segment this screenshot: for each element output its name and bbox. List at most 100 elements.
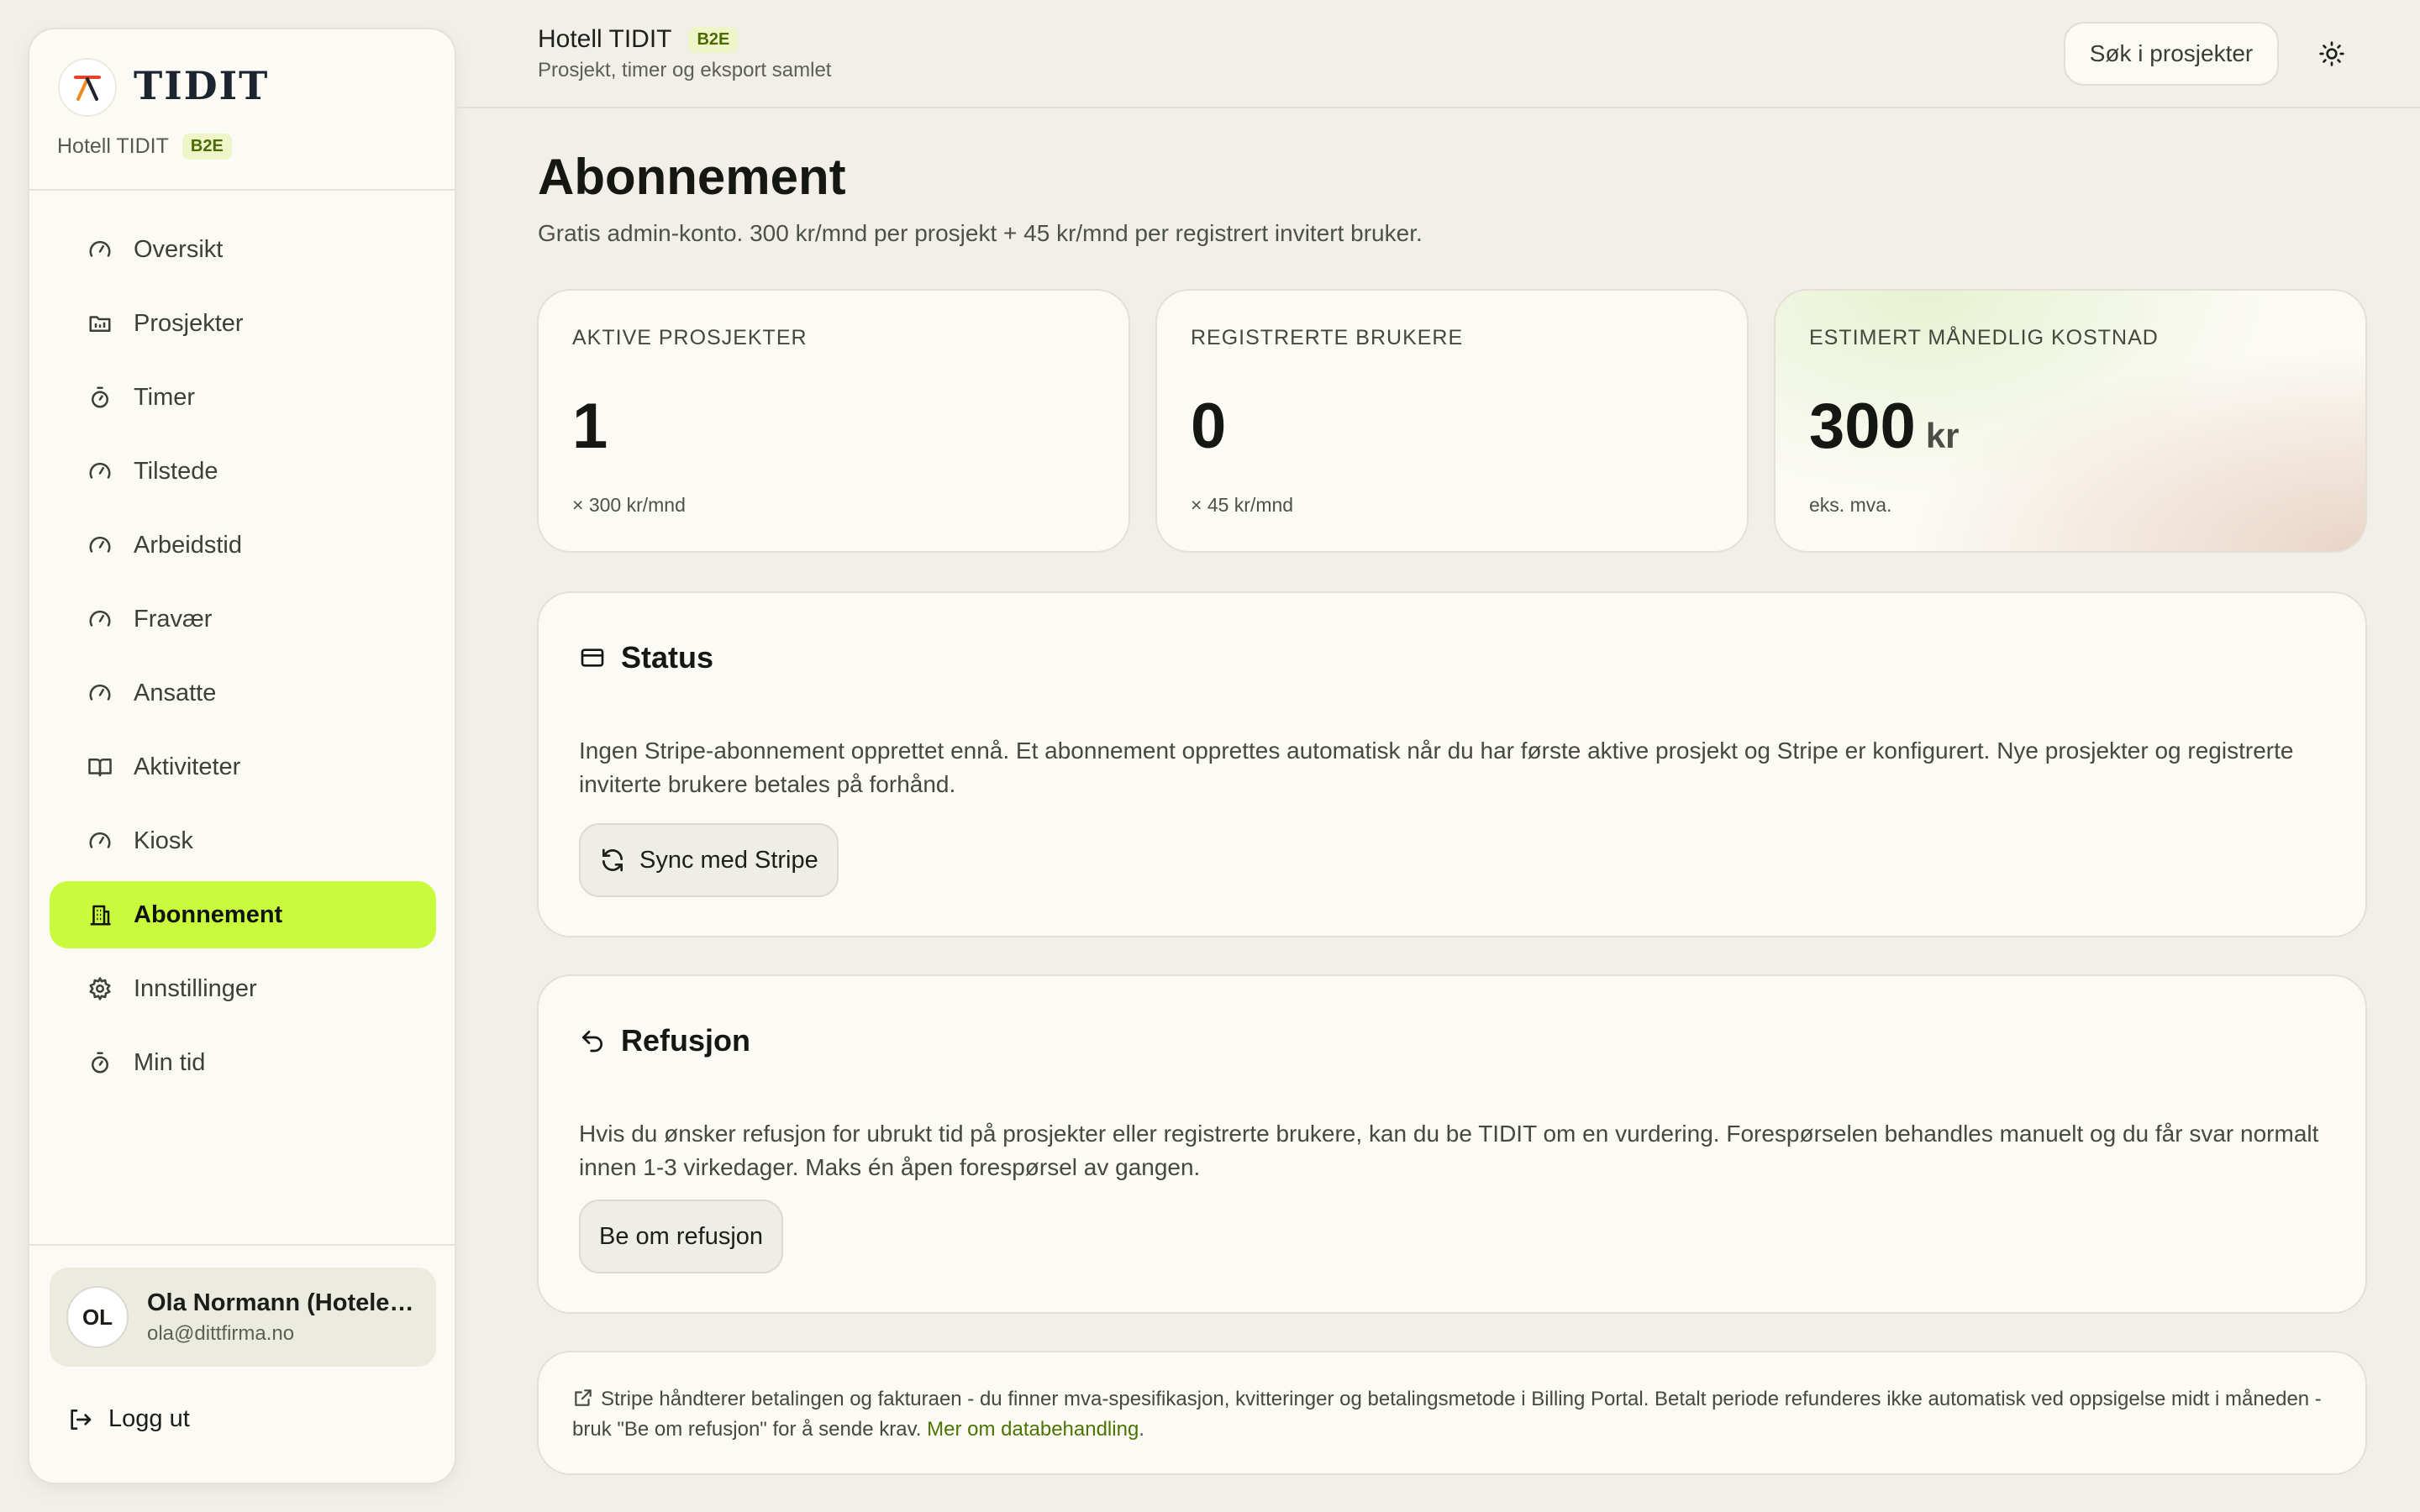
stat-footnote: × 300 kr/mnd	[572, 494, 686, 516]
sidebar-item-abonnement[interactable]: Abonnement	[50, 881, 436, 948]
refresh-icon	[599, 847, 626, 874]
user-card[interactable]: OL Ola Normann (Hotelei... ola@dittfirma…	[50, 1268, 436, 1367]
stat-value: 1	[572, 390, 608, 463]
footnote-end: .	[1139, 1418, 1144, 1441]
stat-number: 1	[572, 391, 608, 462]
sidebar-item-label: Timer	[134, 383, 196, 411]
gauge-icon	[87, 458, 113, 485]
user-info: Ola Normann (Hotelei... ola@dittfirma.no	[147, 1289, 416, 1346]
sidebar-item-label: Fravær	[134, 605, 213, 633]
refund-title: Refusjon	[621, 1023, 751, 1058]
sidebar-item-label: Min tid	[134, 1048, 206, 1076]
sidebar-item-kiosk[interactable]: Kiosk	[50, 807, 436, 874]
gauge-icon	[87, 606, 113, 633]
page-title: Abonnement	[538, 149, 846, 205]
stat-value: 0	[1191, 390, 1226, 463]
brand-header: TIDIT Hotell TIDIT B2E	[29, 29, 455, 191]
sidebar-item-oversikt[interactable]: Oversikt	[50, 216, 436, 283]
sidebar-item-label: Kiosk	[134, 827, 193, 854]
sync-stripe-label: Sync med Stripe	[639, 846, 818, 874]
gauge-icon	[87, 236, 113, 263]
gauge-icon	[87, 680, 113, 706]
sidebar-item-tilstede[interactable]: Tilstede	[50, 438, 436, 505]
gauge-icon	[87, 532, 113, 559]
sidebar-item-label: Prosjekter	[134, 309, 244, 337]
stat-footnote: eks. mva.	[1809, 494, 1892, 516]
logout-label: Logg ut	[108, 1405, 190, 1432]
theme-toggle-button[interactable]	[2315, 37, 2349, 71]
page-subtitle: Gratis admin-konto. 300 kr/mnd per prosj…	[538, 220, 1423, 246]
sidebar-item-label: Aktiviteter	[134, 753, 241, 780]
status-card: Status Ingen Stripe-abonnement opprettet…	[537, 591, 2367, 937]
sidebar-item-label: Arbeidstid	[134, 531, 242, 559]
stat-card-estimated-cost: ESTIMERT MÅNEDLIG KOSTNAD 300 kr eks. mva…	[1774, 289, 2367, 553]
sun-icon	[2318, 40, 2345, 67]
stat-label: REGISTRERTE BRUKERE	[1191, 326, 1464, 349]
gauge-icon	[87, 827, 113, 854]
sidebar-item-label: Oversikt	[134, 235, 224, 263]
status-title: Status	[621, 640, 714, 675]
sync-stripe-button[interactable]: Sync med Stripe	[579, 823, 839, 897]
request-refund-label: Be om refusjon	[599, 1222, 764, 1250]
footnote-text: Stripe håndterer betalingen og fakturaen…	[572, 1386, 2337, 1443]
stat-number: 300	[1809, 391, 1916, 462]
stopwatch-icon	[87, 1049, 113, 1076]
data-processing-link[interactable]: Mer om databehandling	[927, 1418, 1139, 1441]
sidebar-item-timer[interactable]: Timer	[50, 364, 436, 431]
logout-button[interactable]: Logg ut	[66, 1405, 190, 1433]
stat-value: 300 kr	[1809, 390, 1960, 463]
user-email: ola@dittfirma.no	[147, 1321, 295, 1345]
sidebar-item-label: Abonnement	[134, 900, 283, 928]
stat-label: ESTIMERT MÅNEDLIG KOSTNAD	[1809, 326, 2159, 349]
stat-footnote: × 45 kr/mnd	[1191, 494, 1294, 516]
top-bar: Hotell TIDIT B2E Prosjekt, timer og eksp…	[456, 0, 2420, 108]
sidebar-item-arbeidstid[interactable]: Arbeidstid	[50, 512, 436, 579]
sidebar-item-innstillinger[interactable]: Innstillinger	[50, 955, 436, 1022]
brand-org: Hotell TIDIT B2E	[57, 134, 232, 160]
stopwatch-icon	[87, 384, 113, 411]
footnote-body: Stripe håndterer betalingen og fakturaen…	[572, 1388, 2322, 1441]
brand-name: TIDIT	[134, 63, 270, 108]
sidebar-item-aktiviteter[interactable]: Aktiviteter	[50, 733, 436, 801]
user-name: Ola Normann (Hotelei...	[147, 1289, 416, 1316]
sidebar-item-label: Innstillinger	[134, 974, 257, 1002]
brand-badge: B2E	[182, 134, 232, 160]
logout-icon	[66, 1406, 93, 1433]
stat-card-active-projects: AKTIVE PROSJEKTER 1 × 300 kr/mnd	[537, 289, 1130, 553]
refund-card: Refusjon Hvis du ønsker refusjon for ubr…	[537, 974, 2367, 1314]
request-refund-button[interactable]: Be om refusjon	[579, 1200, 784, 1273]
undo-icon	[579, 1027, 606, 1054]
brand-org-name: Hotell TIDIT	[57, 134, 169, 158]
tidit-logo-icon	[58, 58, 117, 117]
refund-text: Hvis du ønsker refusjon for ubrukt tid p…	[579, 1121, 2319, 1180]
stat-unit: kr	[1925, 416, 1960, 455]
search-projects-button[interactable]: Søk i prosjekter	[2064, 22, 2279, 86]
sidebar-item-fravaer[interactable]: Fravær	[50, 585, 436, 653]
external-link-icon	[572, 1387, 594, 1416]
status-text: Ingen Stripe-abonnement opprettet ennå. …	[579, 738, 2294, 797]
sidebar-footer: OL Ola Normann (Hotelei... ola@dittfirma…	[29, 1244, 455, 1483]
book-icon	[87, 753, 113, 780]
sidebar: TIDIT Hotell TIDIT B2E Oversikt Prosjekt…	[28, 28, 456, 1484]
avatar: OL	[66, 1286, 129, 1348]
sidebar-item-prosjekter[interactable]: Prosjekter	[50, 290, 436, 357]
sidebar-item-ansatte[interactable]: Ansatte	[50, 659, 436, 727]
sidebar-item-label: Ansatte	[134, 679, 217, 706]
credit-card-icon	[579, 644, 606, 671]
header-title-text: Hotell TIDIT	[538, 25, 672, 53]
header-subtitle: Prosjekt, timer og eksport samlet	[538, 59, 832, 81]
stat-card-registered-users: REGISTRERTE BRUKERE 0 × 45 kr/mnd	[1155, 289, 1749, 553]
sidebar-item-min-tid[interactable]: Min tid	[50, 1029, 436, 1096]
header-badge: B2E	[688, 26, 739, 53]
header-title: Hotell TIDIT B2E	[538, 25, 739, 54]
billing-footnote: Stripe håndterer betalingen og fakturaen…	[537, 1351, 2367, 1475]
folder-icon	[87, 310, 113, 337]
refund-heading: Refusjon	[579, 1023, 750, 1058]
gear-icon	[87, 975, 113, 1002]
building-icon	[87, 901, 113, 928]
sidebar-nav: Oversikt Prosjekter Timer Tilstede Arbei…	[50, 216, 436, 1103]
status-heading: Status	[579, 640, 713, 675]
sidebar-item-label: Tilstede	[134, 457, 218, 485]
stat-label: AKTIVE PROSJEKTER	[572, 326, 808, 349]
stat-number: 0	[1191, 391, 1227, 462]
